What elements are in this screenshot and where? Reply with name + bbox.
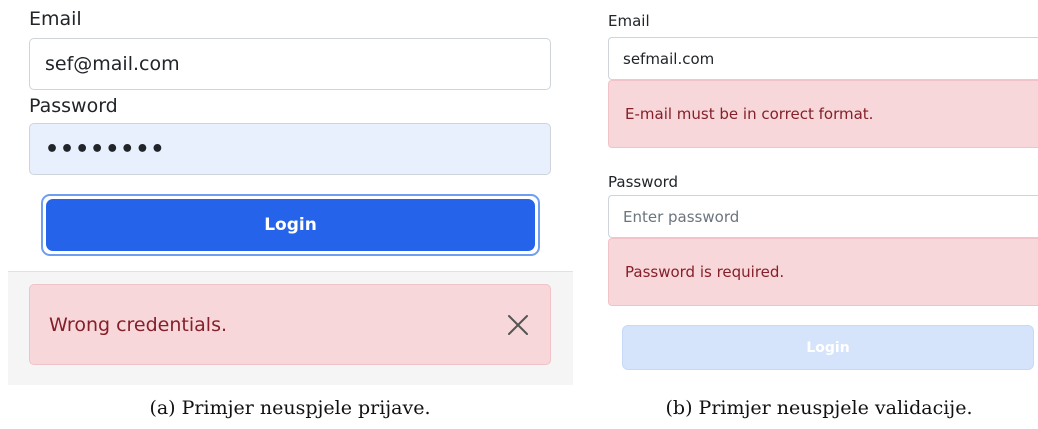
login-button[interactable]: Login	[46, 199, 535, 251]
alert-text: Wrong credentials.	[49, 313, 228, 336]
email-error-text: E-mail must be in correct format.	[625, 105, 874, 123]
password-field[interactable]: Enter password	[608, 195, 1038, 238]
caption-b: (b) Primjer neuspjele validacije.	[665, 397, 973, 419]
email-label: Email	[608, 12, 650, 30]
password-field[interactable]: ••••••••	[29, 123, 551, 175]
caption-a: (a) Primjer neuspjele prijave.	[149, 397, 431, 419]
password-label: Password	[608, 173, 679, 191]
email-error-alert: E-mail must be in correct format.	[608, 80, 1038, 148]
email-field-value: sefmail.com	[623, 49, 715, 68]
login-button-disabled[interactable]: Login	[622, 325, 1034, 370]
email-field-value: sef@mail.com	[45, 53, 180, 75]
email-field[interactable]: sefmail.com	[608, 37, 1038, 80]
password-error-alert: Password is required.	[608, 238, 1038, 306]
wrong-credentials-alert: Wrong credentials.	[29, 284, 551, 365]
email-field[interactable]: sef@mail.com	[29, 38, 551, 90]
password-error-text: Password is required.	[625, 263, 785, 281]
panel-b-validation-failed: Email sefmail.com E-mail must be in corr…	[600, 0, 1038, 392]
close-icon[interactable]	[506, 313, 530, 337]
panel-a-login-failed: Email sef@mail.com Password •••••••• Log…	[0, 0, 580, 392]
email-label: Email	[29, 8, 82, 30]
password-field-value: ••••••••	[45, 136, 166, 162]
password-field-placeholder: Enter password	[623, 207, 740, 226]
password-label: Password	[29, 95, 118, 117]
